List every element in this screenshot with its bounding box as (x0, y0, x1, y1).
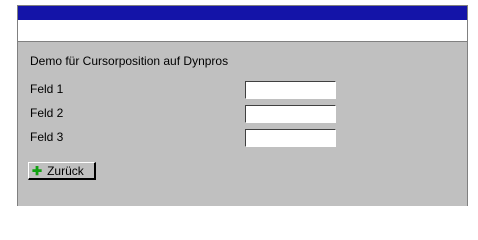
field-3-input[interactable] (245, 129, 336, 147)
field-3-label: Feld 3 (30, 130, 64, 144)
back-button[interactable]: ✚ Zurück (28, 162, 96, 180)
field-1-input[interactable] (245, 81, 336, 99)
sap-dynpro-window: Demo für Cursorposition auf Dynpros Feld… (17, 5, 468, 206)
page-title: Demo für Cursorposition auf Dynpros (30, 54, 229, 68)
field-2-input[interactable] (245, 105, 336, 123)
back-button-label: Zurück (47, 163, 84, 178)
toolbar-area (18, 20, 467, 42)
title-bar (18, 6, 467, 20)
green-left-arrow-icon: ✚ (32, 163, 43, 178)
field-1-label: Feld 1 (30, 82, 64, 96)
screen-content: Demo für Cursorposition auf Dynpros Feld… (18, 42, 467, 206)
field-2-label: Feld 2 (30, 106, 64, 120)
